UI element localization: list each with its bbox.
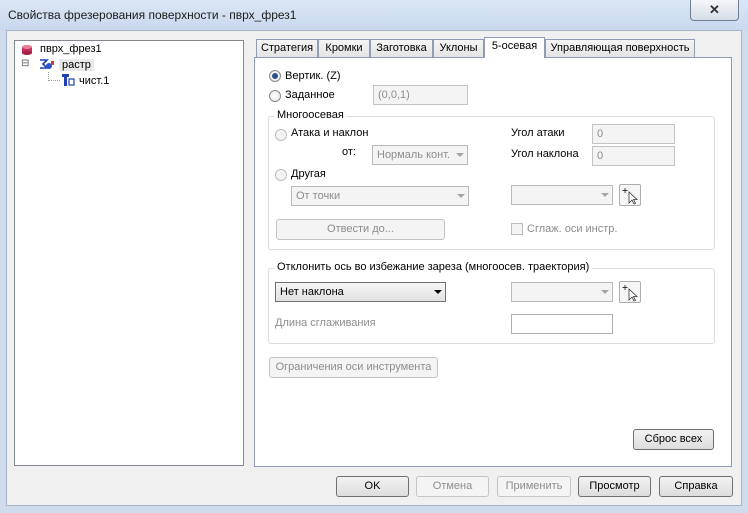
- retract-button[interactable]: Отвести до...: [276, 219, 445, 240]
- other-select-value: От точки: [296, 190, 341, 202]
- gouge-avoid-group-title: Отклонить ось во избежание зареза (много…: [274, 261, 593, 273]
- tree-connector: [48, 80, 60, 81]
- tilt-point-select[interactable]: [511, 282, 613, 302]
- pick-point-button[interactable]: [619, 184, 641, 206]
- preview-button[interactable]: Просмотр: [578, 476, 651, 497]
- radio-other[interactable]: [275, 169, 287, 181]
- tool-icon: [62, 74, 75, 86]
- tab-control-surface[interactable]: Управляющая поверхность: [545, 39, 695, 58]
- close-button[interactable]: ✕: [690, 0, 739, 21]
- chevron-down-icon: [601, 290, 609, 294]
- operation-tree[interactable]: пврх_фрез1 ⊟ растр чист.1: [14, 40, 244, 466]
- tree-child-selected[interactable]: растр: [59, 59, 94, 71]
- tilt-select-value: Нет наклона: [280, 286, 344, 298]
- tree-leaf[interactable]: чист.1: [79, 75, 109, 87]
- radio-vertical[interactable]: [269, 70, 281, 82]
- other-label: Другая: [291, 168, 326, 180]
- radio-lead-lag[interactable]: [275, 129, 287, 141]
- tab-5axis[interactable]: 5-осевая: [484, 37, 545, 58]
- chevron-down-icon: [434, 290, 442, 294]
- tab-strategy[interactable]: Стратегия: [256, 39, 318, 58]
- axis-limits-button[interactable]: Ограничения оси инструмента: [269, 357, 438, 378]
- smooth-axis-checkbox[interactable]: [511, 223, 523, 235]
- expander-icon[interactable]: ⊟: [21, 58, 29, 69]
- help-button[interactable]: Справка: [659, 476, 733, 497]
- tab-edges[interactable]: Кромки: [318, 39, 370, 58]
- reset-all-button[interactable]: Сброс всех: [633, 429, 714, 450]
- gouge-avoid-group: [268, 268, 715, 344]
- ok-button[interactable]: OK: [336, 476, 409, 497]
- apply-button[interactable]: Применить: [497, 476, 571, 497]
- multi-axis-group-title: Многоосевая: [274, 109, 347, 121]
- chevron-down-icon: [456, 153, 464, 157]
- pick-cursor-icon: [622, 285, 639, 302]
- from-select[interactable]: Нормаль конт.: [372, 145, 468, 165]
- tilt-angle-label: Угол наклона: [511, 148, 579, 160]
- from-label: от:: [342, 146, 356, 158]
- chevron-down-icon: [457, 194, 465, 198]
- lead-lag-label: Атака и наклон: [291, 127, 369, 139]
- tab-stock[interactable]: Заготовка: [370, 39, 433, 58]
- specified-vector-field[interactable]: (0,0,1): [373, 85, 468, 105]
- database-icon: [22, 45, 32, 55]
- from-select-value: Нормаль конт.: [377, 149, 451, 161]
- raster-icon: [40, 59, 54, 69]
- tilt-angle-field[interactable]: 0: [592, 146, 675, 166]
- tab-draft[interactable]: Уклоны: [433, 39, 484, 58]
- tilt-select[interactable]: Нет наклона: [275, 282, 446, 302]
- smooth-length-field[interactable]: [511, 314, 613, 334]
- radio-specified[interactable]: [269, 90, 281, 102]
- window-title: Свойства фрезерования поверхности - пврх…: [8, 8, 297, 22]
- pick-cursor-icon: [622, 188, 639, 205]
- cancel-button[interactable]: Отмена: [416, 476, 489, 497]
- other-select[interactable]: От точки: [291, 186, 469, 206]
- close-icon: ✕: [709, 2, 720, 17]
- smooth-axis-label: Сглаж. оси инстр.: [527, 223, 618, 235]
- chevron-down-icon: [601, 193, 609, 197]
- specified-label: Заданное: [285, 89, 335, 101]
- vertical-label: Вертик. (Z): [285, 70, 341, 82]
- tree-root[interactable]: пврх_фрез1: [40, 43, 102, 55]
- smooth-length-label: Длина сглаживания: [275, 317, 376, 329]
- lead-angle-field[interactable]: 0: [592, 124, 675, 144]
- pick-tilt-point-button[interactable]: [619, 281, 641, 303]
- other-point-select[interactable]: [511, 185, 613, 205]
- lead-angle-label: Угол атаки: [511, 127, 565, 139]
